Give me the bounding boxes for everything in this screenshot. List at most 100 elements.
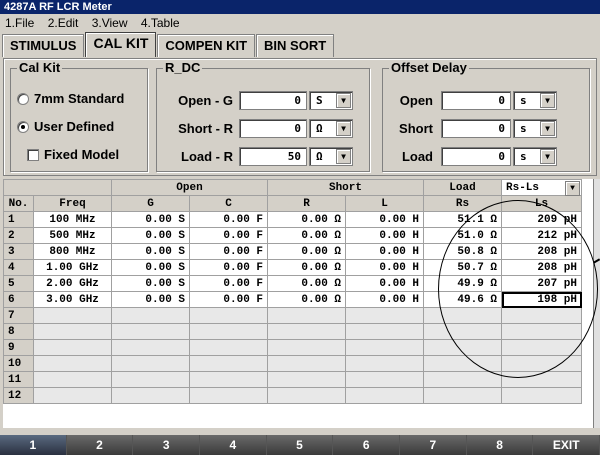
load-mode-select[interactable]: Rs-Ls ▼	[501, 179, 582, 196]
cell-g[interactable]	[111, 307, 190, 324]
chevron-down-icon[interactable]: ▼	[336, 149, 351, 164]
cell-l[interactable]: 0.00 H	[345, 243, 424, 260]
cell-g[interactable]: 0.00 S	[111, 259, 190, 276]
cell-freq[interactable]	[33, 371, 112, 388]
cell-c[interactable]: 0.00 F	[189, 291, 268, 308]
tab-compen-kit[interactable]: COMPEN KIT	[157, 34, 256, 57]
tab-cal-kit[interactable]: CAL KIT	[85, 32, 157, 57]
softkey-5[interactable]: 5	[266, 435, 334, 455]
menu-file[interactable]: 1.File	[0, 14, 39, 32]
cell-rs[interactable]	[423, 307, 502, 324]
cell-ls[interactable]	[501, 307, 582, 324]
cell-ls[interactable]	[501, 387, 582, 404]
cell-r[interactable]	[267, 371, 346, 388]
cell-l[interactable]: 0.00 H	[345, 227, 424, 244]
cell-r[interactable]: 0.00 Ω	[267, 275, 346, 292]
cell-l[interactable]: 0.00 H	[345, 259, 424, 276]
cell-rs[interactable]	[423, 371, 502, 388]
cell-g[interactable]	[111, 339, 190, 356]
table-scrollbar[interactable]	[593, 179, 600, 428]
cell-r[interactable]	[267, 355, 346, 372]
chevron-down-icon[interactable]: ▼	[540, 149, 555, 164]
offset-short-input[interactable]: 0	[441, 119, 511, 138]
cell-l[interactable]: 0.00 H	[345, 275, 424, 292]
softkey-3[interactable]: 3	[133, 435, 201, 455]
softkey-6[interactable]: 6	[333, 435, 401, 455]
cell-freq[interactable]: 3.00 GHz	[33, 291, 112, 308]
cell-ls[interactable]: 198 pH	[501, 291, 582, 308]
cell-g[interactable]: 0.00 S	[111, 227, 190, 244]
r-dc-open-input[interactable]: 0	[239, 91, 307, 110]
exit-button[interactable]: EXIT	[533, 435, 600, 455]
cell-rs[interactable]	[423, 387, 502, 404]
menu-view[interactable]: 3.View	[87, 14, 133, 32]
cell-ls[interactable]: 209 pH	[501, 211, 582, 228]
cell-ls[interactable]: 208 pH	[501, 259, 582, 276]
chevron-down-icon[interactable]: ▼	[336, 93, 351, 108]
softkey-8[interactable]: 8	[466, 435, 534, 455]
r-dc-load-unit-select[interactable]: Ω ▼	[309, 147, 353, 166]
cell-r[interactable]: 0.00 Ω	[267, 243, 346, 260]
cell-freq[interactable]: 100 MHz	[33, 211, 112, 228]
cell-freq[interactable]: 500 MHz	[33, 227, 112, 244]
cell-freq[interactable]	[33, 339, 112, 356]
softkey-4[interactable]: 4	[200, 435, 267, 455]
softkey-1[interactable]: 1	[0, 435, 67, 455]
cell-l[interactable]	[345, 371, 424, 388]
offset-load-input[interactable]: 0	[441, 147, 511, 166]
menu-table[interactable]: 4.Table	[136, 14, 185, 32]
cell-c[interactable]	[189, 307, 268, 324]
r-dc-short-unit-select[interactable]: Ω ▼	[309, 119, 353, 138]
chevron-down-icon[interactable]: ▼	[540, 93, 555, 108]
chevron-down-icon[interactable]: ▼	[565, 181, 580, 196]
cell-freq[interactable]	[33, 323, 112, 340]
cell-c[interactable]: 0.00 F	[189, 227, 268, 244]
cell-ls[interactable]	[501, 323, 582, 340]
menu-edit[interactable]: 2.Edit	[43, 14, 84, 32]
chevron-down-icon[interactable]: ▼	[540, 121, 555, 136]
cell-c[interactable]	[189, 387, 268, 404]
tab-bin-sort[interactable]: BIN SORT	[256, 34, 335, 57]
cell-freq[interactable]	[33, 387, 112, 404]
cell-rs[interactable]: 50.8 Ω	[423, 243, 502, 260]
offset-open-input[interactable]: 0	[441, 91, 511, 110]
offset-open-unit-select[interactable]: s ▼	[513, 91, 557, 110]
cell-g[interactable]	[111, 323, 190, 340]
cell-l[interactable]	[345, 323, 424, 340]
cell-c[interactable]	[189, 355, 268, 372]
cell-c[interactable]	[189, 323, 268, 340]
cell-r[interactable]: 0.00 Ω	[267, 211, 346, 228]
fixed-model-checkbox[interactable]: Fixed Model	[27, 147, 119, 162]
cell-c[interactable]: 0.00 F	[189, 275, 268, 292]
offset-load-unit-select[interactable]: s ▼	[513, 147, 557, 166]
cell-r[interactable]: 0.00 Ω	[267, 227, 346, 244]
r-dc-short-input[interactable]: 0	[239, 119, 307, 138]
cell-r[interactable]: 0.00 Ω	[267, 291, 346, 308]
cell-c[interactable]: 0.00 F	[189, 211, 268, 228]
radio-user-defined[interactable]: User Defined	[17, 119, 114, 134]
cell-g[interactable]: 0.00 S	[111, 211, 190, 228]
cell-freq[interactable]: 1.00 GHz	[33, 259, 112, 276]
softkey-2[interactable]: 2	[66, 435, 134, 455]
cell-r[interactable]	[267, 387, 346, 404]
cell-g[interactable]	[111, 371, 190, 388]
cell-c[interactable]	[189, 371, 268, 388]
cell-rs[interactable]: 51.1 Ω	[423, 211, 502, 228]
cell-l[interactable]	[345, 355, 424, 372]
cell-c[interactable]: 0.00 F	[189, 243, 268, 260]
cell-ls[interactable]: 208 pH	[501, 243, 582, 260]
cell-ls[interactable]	[501, 355, 582, 372]
cell-l[interactable]	[345, 339, 424, 356]
cell-g[interactable]	[111, 355, 190, 372]
cell-freq[interactable]: 2.00 GHz	[33, 275, 112, 292]
cell-rs[interactable]	[423, 339, 502, 356]
cell-ls[interactable]	[501, 339, 582, 356]
cell-r[interactable]	[267, 339, 346, 356]
cell-freq[interactable]: 800 MHz	[33, 243, 112, 260]
cell-l[interactable]: 0.00 H	[345, 291, 424, 308]
cell-rs[interactable]	[423, 323, 502, 340]
tab-stimulus[interactable]: STIMULUS	[2, 34, 85, 57]
softkey-7[interactable]: 7	[400, 435, 467, 455]
cell-ls[interactable]	[501, 371, 582, 388]
cell-freq[interactable]	[33, 307, 112, 324]
